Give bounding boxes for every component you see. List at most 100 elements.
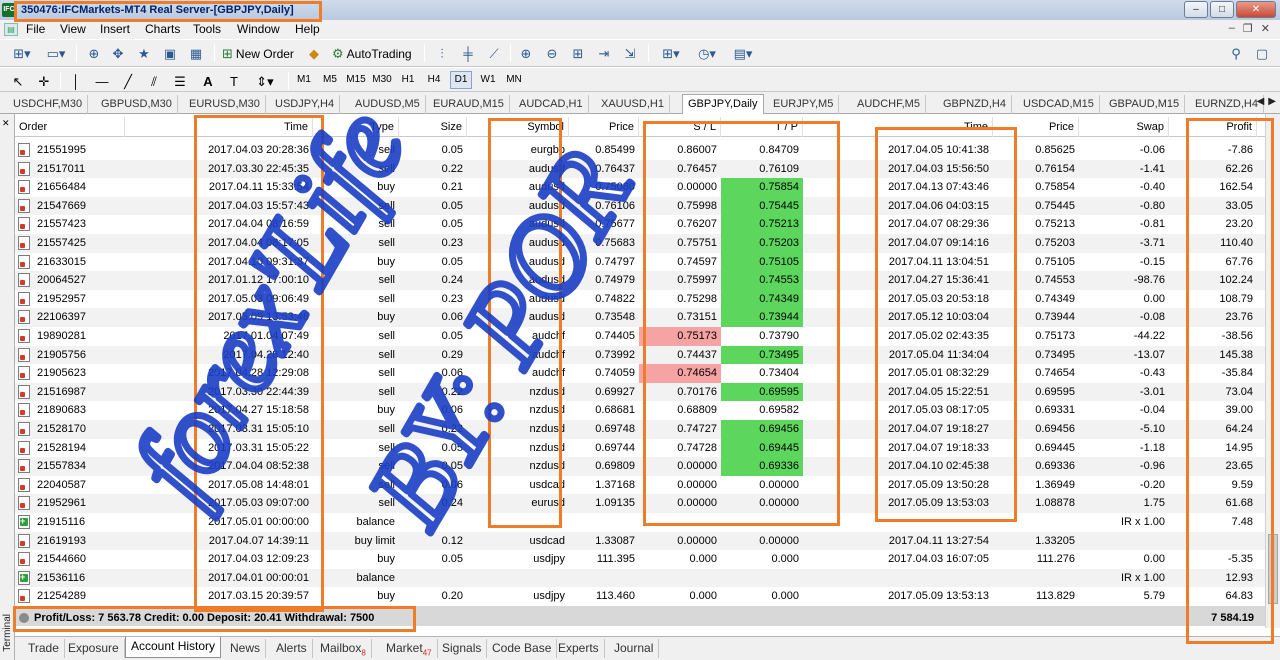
chart-shift-icon[interactable]: ⇥: [594, 44, 614, 63]
scroll-thumb[interactable]: [1268, 534, 1278, 604]
chart-tab-scroll[interactable]: ◀ ▶: [1257, 96, 1276, 107]
table-row[interactable]: 19890281 2017.01.04 07:49 sell 0.05 audchf 0.…: [15, 327, 1265, 346]
timeframe-h4[interactable]: H4: [423, 71, 445, 89]
terminal-tab-signals[interactable]: Signals: [437, 639, 488, 658]
strategy-tester-icon[interactable]: ▦: [186, 44, 206, 63]
new-order-button[interactable]: ⊞ New Order: [222, 44, 294, 63]
timeframe-m5[interactable]: M5: [319, 71, 341, 89]
column-header-swap[interactable]: Swap: [1079, 117, 1169, 137]
menu-insert[interactable]: Insert: [100, 22, 130, 37]
terminal-tab-alerts[interactable]: Alerts: [271, 639, 313, 658]
indicators-icon[interactable]: ⊞▾: [656, 44, 686, 63]
column-header-size[interactable]: Size: [399, 117, 467, 137]
chart-tab[interactable]: AUDUSD,M5: [350, 95, 426, 114]
table-row[interactable]: 21557423 2017.04.04 08:16:59 sell 0.05 audus…: [15, 215, 1265, 234]
text-label-icon[interactable]: T: [224, 72, 244, 91]
profiles-icon[interactable]: ▭▾: [42, 44, 70, 63]
timeframe-w1[interactable]: W1: [477, 71, 499, 89]
column-header-tp[interactable]: T / P: [721, 117, 803, 137]
table-row[interactable]: 21905623 2017.04.28 12:29:08 sell 0.06 audch…: [15, 364, 1265, 383]
terminal-tab-trade[interactable]: Trade: [23, 639, 65, 658]
terminal-tab-experts[interactable]: Experts: [553, 639, 605, 658]
doc-close-icon[interactable]: ✕: [1261, 22, 1270, 35]
chart-tab[interactable]: EURAUD,M15: [428, 95, 510, 114]
column-header-sl[interactable]: S / L: [639, 117, 721, 137]
auto-scroll-icon[interactable]: ⇲: [620, 44, 640, 63]
chart-tab[interactable]: EURUSD,M30: [184, 95, 266, 114]
table-row[interactable]: 21536116 2017.04.01 00:00:01 balance IR x 1…: [15, 568, 1265, 588]
table-row[interactable]: 21633015 2017.04.10 09:31:37 buy 0.05 audusd…: [15, 252, 1265, 272]
crosshair-icon[interactable]: ✛: [34, 72, 54, 91]
column-header-symbol[interactable]: Symbol: [467, 117, 569, 137]
data-window-icon[interactable]: ✥: [108, 44, 128, 63]
column-header-type[interactable]: Type: [313, 117, 399, 137]
auto-trading-button[interactable]: ⚙ AutoTrading: [332, 44, 412, 63]
menu-file[interactable]: File: [26, 22, 45, 37]
text-icon[interactable]: A: [198, 72, 218, 91]
metaeditor-icon[interactable]: ◆: [304, 44, 324, 63]
table-row[interactable]: 21547669 2017.04.03 15:57:43 sell 0.05 audus…: [15, 196, 1265, 216]
column-header-profit[interactable]: Profit: [1169, 117, 1257, 137]
column-header-close-time[interactable]: Time: [803, 117, 993, 137]
market-watch-icon[interactable]: ⊕: [84, 44, 104, 63]
terminal-tab-market[interactable]: Market47: [381, 639, 438, 658]
new-chart-icon[interactable]: ⊞▾: [8, 44, 36, 63]
chart-tab[interactable]: USDCHF,M30: [8, 95, 89, 114]
chart-tab[interactable]: XAUUSD,H1: [596, 95, 670, 114]
chart-tab[interactable]: GBPUSD,M30: [96, 95, 178, 114]
table-row[interactable]: 21952957 2017.05.03 09:06:49 sell 0.23 audus…: [15, 289, 1265, 309]
table-row[interactable]: 21619193 2017.04.07 14:39:11 buy limit 0.12…: [15, 531, 1265, 551]
chart-tab[interactable]: GBPNZD,H4: [938, 95, 1012, 114]
table-row[interactable]: 21557425 2017.04.04 08:17:05 sell 0.23 audus…: [15, 234, 1265, 253]
vertical-scrollbar[interactable]: [1265, 114, 1280, 628]
menu-view[interactable]: View: [60, 22, 86, 37]
chart-tab[interactable]: EURJPY,M5: [768, 95, 840, 114]
doc-minimize-icon[interactable]: –: [1229, 22, 1235, 35]
table-row[interactable]: 22040587 2017.05.08 14:48:01 sell 0.06 usdca…: [15, 475, 1265, 495]
table-row[interactable]: 21915116 2017.05.01 00:00:00 balance IR x 1…: [15, 513, 1265, 532]
line-chart-icon[interactable]: ⟋: [484, 44, 504, 63]
table-row[interactable]: 21528194 2017.03.31 15:05:22 sell 0.05 nzdus…: [15, 438, 1265, 458]
table-row[interactable]: 21952961 2017.05.03 09:07:00 sell 0.24 eurus…: [15, 494, 1265, 513]
templates-icon[interactable]: ▤▾: [728, 44, 758, 63]
table-row[interactable]: 21517011 2017.03.30 22:45:35 sell 0.22 audus…: [15, 159, 1265, 179]
doc-restore-icon[interactable]: ❐: [1243, 22, 1253, 35]
chart-tab[interactable]: GBPJPY,Daily: [682, 94, 764, 115]
timeframe-mn[interactable]: MN: [503, 71, 525, 89]
column-header-order[interactable]: Order: [15, 117, 125, 137]
trendline-icon[interactable]: ╱: [118, 72, 138, 91]
zoom-in-icon[interactable]: ⊕: [516, 44, 536, 63]
table-row[interactable]: 21557834 2017.04.04 08:52:38 sell 0.05 nzdus…: [15, 457, 1265, 476]
table-row[interactable]: 21890683 2017.04.27 15:18:58 buy 0.06 nzdusd…: [15, 401, 1265, 420]
close-button[interactable]: ✕: [1236, 1, 1276, 18]
timeframe-h1[interactable]: H1: [397, 71, 419, 89]
timeframe-m1[interactable]: M1: [293, 71, 315, 89]
table-row[interactable]: 20064527 2017.01.12 17:00:10 sell 0.24 audus…: [15, 271, 1265, 290]
menu-window[interactable]: Window: [237, 22, 280, 37]
terminal-tab-exposure[interactable]: Exposure: [63, 639, 125, 658]
column-header-price[interactable]: Price: [569, 117, 639, 137]
zoom-out-icon[interactable]: ⊖: [542, 44, 562, 63]
candlestick-icon[interactable]: ╪: [458, 44, 478, 63]
chevron-right-icon[interactable]: ▶: [1268, 96, 1276, 107]
table-row[interactable]: 21516987 2017.03.30 22:44:39 sell 0.22 nzdus…: [15, 382, 1265, 402]
table-row[interactable]: 21656484 2017.04.11 15:33:54 buy 0.21 audusd…: [15, 178, 1265, 197]
chat-icon[interactable]: ▢: [1252, 44, 1272, 63]
column-header-time[interactable]: Time: [125, 117, 313, 137]
close-icon[interactable]: ✕: [2, 118, 10, 129]
cursor-icon[interactable]: ↖: [8, 72, 28, 91]
tile-windows-icon[interactable]: ⊞: [568, 44, 588, 63]
chart-tab[interactable]: AUDCHF,M5: [852, 95, 926, 114]
chart-tab[interactable]: AUDCAD,H1: [514, 95, 589, 114]
table-row[interactable]: 21544660 2017.04.03 12:09:23 buy 0.05 usdjpy…: [15, 550, 1265, 569]
chevron-left-icon[interactable]: ◀: [1257, 96, 1265, 107]
column-header-close-price[interactable]: Price: [993, 117, 1079, 137]
table-row[interactable]: 21528170 2017.03.31 15:05:10 sell 0.22 nzdus…: [15, 420, 1265, 439]
timeframe-d1[interactable]: D1: [450, 71, 472, 89]
table-row[interactable]: 22106397 2017.05.09 13:53:46 buy 0.06 audusd…: [15, 308, 1265, 327]
table-row[interactable]: 21254289 2017.03.15 20:39:57 buy 0.20 usdjpy…: [15, 587, 1265, 606]
arrows-icon[interactable]: ⇕▾: [250, 72, 280, 91]
timeframe-m15[interactable]: M15: [345, 71, 367, 89]
minimize-button[interactable]: –: [1184, 1, 1208, 18]
table-row[interactable]: 21905756 2017.04.28 12:40 sell 0.29 audchf 0.…: [15, 345, 1265, 365]
